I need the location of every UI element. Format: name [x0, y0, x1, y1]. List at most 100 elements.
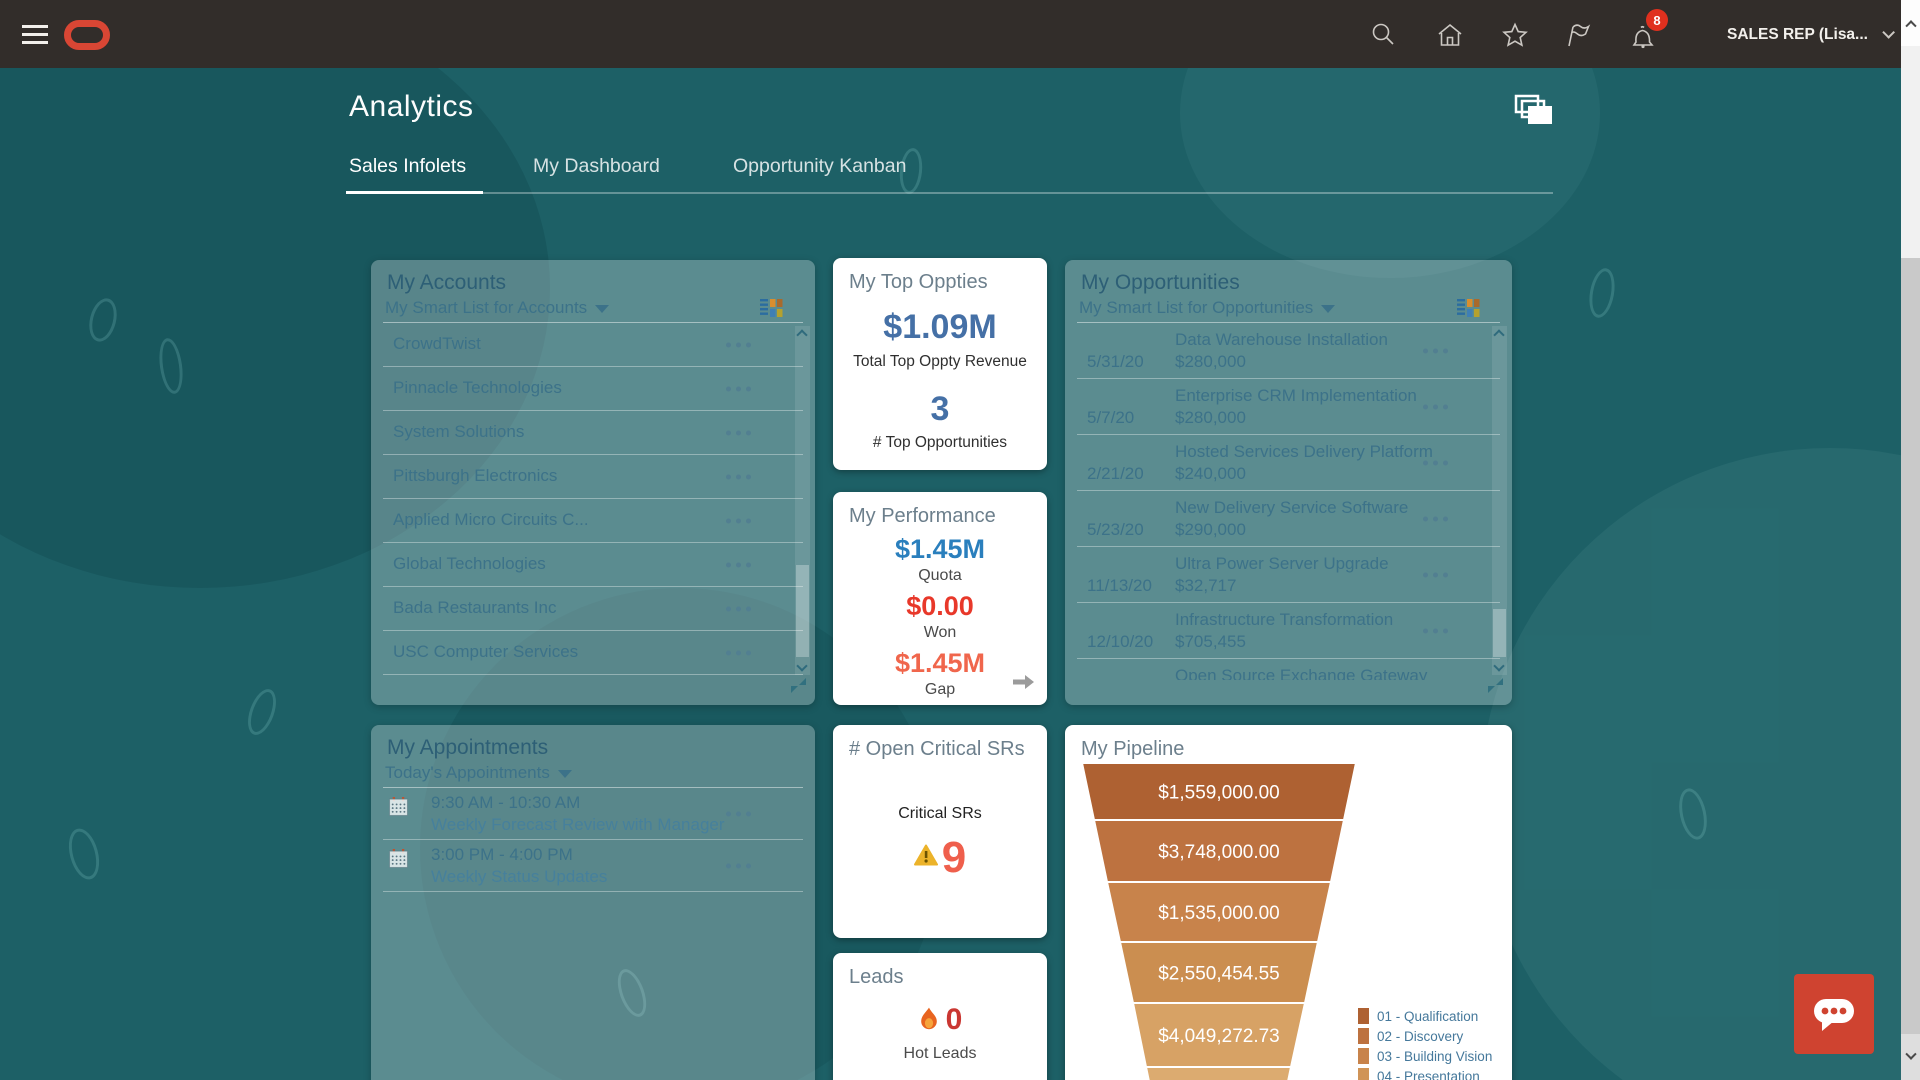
- appointment-list-item[interactable]: 3:00 PM - 4:00 PM Weekly Status Updates: [383, 840, 803, 892]
- drilldown-arrow-icon[interactable]: [1011, 674, 1035, 695]
- account-name: Bada Restaurants Inc: [393, 598, 557, 617]
- account-list-item[interactable]: System Solutions: [383, 411, 803, 455]
- menu-icon[interactable]: [22, 25, 48, 44]
- home-icon[interactable]: [1436, 21, 1464, 49]
- account-list-item[interactable]: Pinnacle Technologies: [383, 367, 803, 411]
- opportunity-date: 5/31/20: [1087, 352, 1144, 371]
- legend-swatch: [1358, 1008, 1369, 1024]
- opportunity-list-item[interactable]: Ultra Power Server Upgrade $32,717 11/13/2…: [1077, 547, 1500, 603]
- my-accounts-infolet: My Accounts My Smart List for Accounts C…: [371, 260, 815, 705]
- my-pipeline-infolet: My Pipeline $1,559,000.00 $3,748,000.00 $1…: [1065, 725, 1512, 1080]
- funnel-segment-label: $2,550,454.55: [1158, 964, 1280, 985]
- leads-secondary-count: 0: [833, 1075, 1047, 1080]
- appointments-filter-dropdown[interactable]: Today's Appointments: [385, 763, 572, 782]
- account-list-item[interactable]: Bada Restaurants Inc: [383, 587, 803, 631]
- list-view-toggle-icon[interactable]: [1457, 298, 1480, 324]
- account-list-item[interactable]: Global Technologies: [383, 543, 803, 587]
- scrollbar-thumb[interactable]: [1493, 609, 1506, 657]
- row-actions-menu[interactable]: [722, 646, 755, 659]
- opportunity-list-item[interactable]: Open Source Exchange Gateway: [1077, 659, 1500, 680]
- top-oppty-count-label: # Top Opportunities: [872, 434, 1008, 451]
- scroll-up-button[interactable]: [1901, 0, 1920, 46]
- card-title: My Top Oppties: [849, 271, 988, 293]
- row-actions-menu[interactable]: [1419, 400, 1452, 413]
- account-list-item[interactable]: Applied Micro Circuits C...: [383, 499, 803, 543]
- list-view-toggle-icon[interactable]: [760, 298, 783, 324]
- my-opportunities-infolet: My Opportunities My Smart List for Oppor…: [1065, 260, 1512, 705]
- search-icon[interactable]: [1369, 21, 1397, 49]
- row-actions-menu[interactable]: [722, 426, 755, 439]
- scrollbar-thumb[interactable]: [796, 565, 809, 657]
- accounts-list: CrowdTwist Pinnacle Technologies System So…: [383, 323, 803, 680]
- account-name: Global Technologies: [393, 554, 546, 573]
- account-list-item[interactable]: CrowdTwist: [383, 323, 803, 367]
- top-oppty-count: 3: [930, 390, 950, 428]
- expand-icon[interactable]: [1487, 677, 1504, 699]
- card-title: My Performance: [849, 505, 996, 527]
- opportunity-amount: $32,717: [1175, 576, 1237, 595]
- dropdown-arrow-icon: [1321, 304, 1336, 313]
- opportunity-list-item[interactable]: New Delivery Service Software $290,000 5/2…: [1077, 491, 1500, 547]
- row-actions-menu[interactable]: [1419, 568, 1452, 581]
- row-actions-menu[interactable]: [722, 602, 755, 615]
- row-actions-menu[interactable]: [1419, 344, 1452, 357]
- row-actions-menu[interactable]: [722, 558, 755, 571]
- expand-icon[interactable]: [790, 677, 807, 699]
- tab-my-dashboard[interactable]: My Dashboard: [533, 155, 660, 178]
- opportunity-name: Enterprise CRM Implementation: [1175, 386, 1417, 405]
- scroll-down-button[interactable]: [1901, 1034, 1920, 1080]
- dropdown-arrow-icon: [595, 304, 610, 313]
- opportunity-list-item[interactable]: Hosted Services Delivery Platform $240,00…: [1077, 435, 1500, 491]
- tab-opportunity-kanban[interactable]: Opportunity Kanban: [733, 155, 906, 178]
- page-scrollbar[interactable]: [1901, 0, 1920, 1080]
- tab-sales-infolets[interactable]: Sales Infolets: [349, 155, 466, 178]
- scroll-up-icon[interactable]: [796, 329, 808, 341]
- count-value: 9: [941, 833, 967, 882]
- row-actions-menu[interactable]: [1419, 624, 1452, 637]
- critical-srs-label: Critical SRs: [898, 805, 982, 822]
- opportunity-amount: $290,000: [1175, 520, 1246, 539]
- infolet-pages-icon[interactable]: [1513, 93, 1555, 134]
- filter-label: Today's Appointments: [385, 763, 550, 782]
- scroll-down-icon[interactable]: [796, 660, 808, 672]
- scrollbar-thumb[interactable]: [1901, 258, 1920, 1034]
- smart-list-dropdown[interactable]: My Smart List for Opportunities: [1079, 298, 1336, 317]
- row-actions-menu[interactable]: [1419, 456, 1452, 469]
- card-title: # Open Critical SRs: [849, 738, 1025, 760]
- appointment-list-item[interactable]: 9:30 AM - 10:30 AM Weekly Forecast Review…: [383, 788, 803, 840]
- account-list-item[interactable]: Pittsburgh Electronics: [383, 455, 803, 499]
- account-list-item[interactable]: USC Computer Services: [383, 631, 803, 675]
- funnel-segment-label: $1,559,000.00: [1158, 783, 1280, 804]
- star-icon[interactable]: [1501, 21, 1529, 49]
- list-scrollbar[interactable]: [1492, 326, 1507, 675]
- list-scrollbar[interactable]: [795, 326, 810, 675]
- opportunity-list-item[interactable]: Enterprise CRM Implementation $280,000 5/7…: [1077, 379, 1500, 435]
- row-actions-menu[interactable]: [722, 338, 755, 351]
- chevron-down-icon: [1882, 26, 1896, 39]
- opportunity-date: 12/10/20: [1087, 632, 1154, 651]
- top-oppty-revenue-label: Total Top Oppty Revenue: [853, 353, 1027, 370]
- opportunity-list-item[interactable]: Data Warehouse Installation $280,000 5/31/…: [1077, 323, 1500, 379]
- flag-icon[interactable]: [1564, 21, 1592, 49]
- row-actions-menu[interactable]: [722, 514, 755, 527]
- smart-list-dropdown[interactable]: My Smart List for Accounts: [385, 298, 610, 317]
- funnel-segment-label: $4,049,272.73: [1158, 1026, 1280, 1047]
- chat-icon[interactable]: [1794, 974, 1874, 1054]
- row-actions-menu[interactable]: [722, 382, 755, 395]
- row-actions-menu[interactable]: [722, 470, 755, 483]
- legend-item: 02 - Discovery: [1358, 1026, 1492, 1046]
- user-menu[interactable]: SALES REP (Lisa...: [1727, 26, 1896, 44]
- oracle-logo-icon[interactable]: [64, 20, 110, 50]
- row-actions-menu[interactable]: [722, 859, 755, 872]
- metric-value: $0.00: [906, 591, 974, 621]
- row-actions-menu[interactable]: [1419, 512, 1452, 525]
- smart-list-label: My Smart List for Opportunities: [1079, 298, 1314, 317]
- scroll-up-icon[interactable]: [1493, 329, 1505, 341]
- row-actions-menu[interactable]: [722, 807, 755, 820]
- account-name: USC Computer Services: [393, 642, 579, 661]
- scroll-down-icon[interactable]: [1493, 660, 1505, 672]
- calendar-icon: [389, 849, 408, 868]
- opportunity-list-item[interactable]: Infrastructure Transformation $705,455 12/…: [1077, 603, 1500, 659]
- legend-swatch: [1358, 1048, 1369, 1064]
- funnel-segment[interactable]: [1144, 1066, 1293, 1080]
